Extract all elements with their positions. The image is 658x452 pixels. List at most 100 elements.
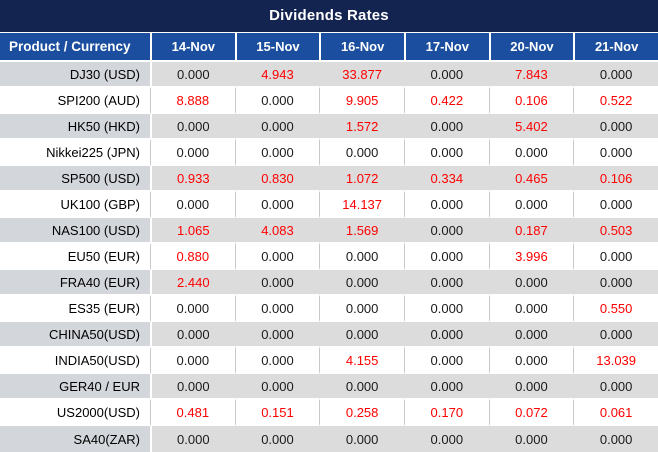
rate-cell: 0.000 [235, 88, 320, 114]
rate-cell: 13.039 [573, 348, 658, 374]
rate-cell: 14.137 [319, 192, 404, 218]
rate-cell: 2.440 [150, 270, 235, 296]
rate-cell: 0.000 [319, 140, 404, 166]
rate-cell: 4.155 [319, 348, 404, 374]
rate-cell: 3.996 [489, 244, 574, 270]
rate-cell: 0.000 [489, 296, 574, 322]
product-label: ES35 (EUR) [0, 296, 150, 322]
rate-cell: 0.000 [319, 270, 404, 296]
rate-cell: 0.465 [489, 166, 574, 192]
rate-cell: 0.000 [235, 296, 320, 322]
product-label: FRA40 (EUR) [0, 270, 150, 296]
table-row: SPI200 (AUD)8.8880.0009.9050.4220.1060.5… [0, 88, 658, 114]
rate-cell: 0.061 [573, 400, 658, 426]
rate-cell: 0.000 [150, 62, 235, 88]
rate-cell: 0.000 [319, 296, 404, 322]
rate-cell: 0.000 [319, 322, 404, 348]
rate-cell: 0.258 [319, 400, 404, 426]
rate-cell: 0.000 [573, 374, 658, 400]
product-label: CHINA50(USD) [0, 322, 150, 348]
dividends-table: Product / Currency 14-Nov 15-Nov 16-Nov … [0, 33, 658, 452]
column-header-date: 20-Nov [489, 33, 574, 62]
rate-cell: 0.933 [150, 166, 235, 192]
table-row: Nikkei225 (JPN)0.0000.0000.0000.0000.000… [0, 140, 658, 166]
table-row: US2000(USD)0.4810.1510.2580.1700.0720.06… [0, 400, 658, 426]
rate-cell: 0.000 [489, 322, 574, 348]
rate-cell: 0.830 [235, 166, 320, 192]
rate-cell: 0.000 [404, 270, 489, 296]
rate-cell: 0.522 [573, 88, 658, 114]
product-label: SA40(ZAR) [0, 426, 150, 452]
rate-cell: 0.000 [489, 426, 574, 452]
rate-cell: 0.422 [404, 88, 489, 114]
table-row: NAS100 (USD)1.0654.0831.5690.0000.1870.5… [0, 218, 658, 244]
rate-cell: 0.550 [573, 296, 658, 322]
column-header-date: 14-Nov [150, 33, 235, 62]
rate-cell: 1.569 [319, 218, 404, 244]
table-row: DJ30 (USD)0.0004.94333.8770.0007.8430.00… [0, 62, 658, 88]
rate-cell: 0.000 [573, 244, 658, 270]
column-header-product-currency: Product / Currency [0, 33, 150, 62]
table-row: FRA40 (EUR)2.4400.0000.0000.0000.0000.00… [0, 270, 658, 296]
rate-cell: 0.000 [404, 374, 489, 400]
rate-cell: 0.000 [150, 426, 235, 452]
rate-cell: 0.000 [235, 140, 320, 166]
rate-cell: 0.503 [573, 218, 658, 244]
rate-cell: 0.000 [319, 244, 404, 270]
rate-cell: 0.000 [404, 296, 489, 322]
rate-cell: 0.000 [150, 322, 235, 348]
rate-cell: 0.000 [319, 374, 404, 400]
rate-cell: 0.000 [489, 270, 574, 296]
product-label: Nikkei225 (JPN) [0, 140, 150, 166]
rate-cell: 0.334 [404, 166, 489, 192]
rate-cell: 0.000 [404, 140, 489, 166]
rate-cell: 0.000 [489, 374, 574, 400]
rate-cell: 4.083 [235, 218, 320, 244]
rate-cell: 0.000 [150, 114, 235, 140]
rate-cell: 0.000 [404, 244, 489, 270]
table-row: GER40 / EUR0.0000.0000.0000.0000.0000.00… [0, 374, 658, 400]
rate-cell: 0.481 [150, 400, 235, 426]
rate-cell: 7.843 [489, 62, 574, 88]
rate-cell: 0.000 [573, 114, 658, 140]
product-label: UK100 (GBP) [0, 192, 150, 218]
rate-cell: 1.572 [319, 114, 404, 140]
rate-cell: 0.000 [235, 426, 320, 452]
rate-cell: 33.877 [319, 62, 404, 88]
rate-cell: 0.000 [489, 348, 574, 374]
rate-cell: 0.106 [489, 88, 574, 114]
product-label: US2000(USD) [0, 400, 150, 426]
rate-cell: 0.170 [404, 400, 489, 426]
rate-cell: 0.000 [150, 140, 235, 166]
table-row: SA40(ZAR)0.0000.0000.0000.0000.0000.000 [0, 426, 658, 452]
product-label: DJ30 (USD) [0, 62, 150, 88]
table-row: ES35 (EUR)0.0000.0000.0000.0000.0000.550 [0, 296, 658, 322]
table-row: HK50 (HKD)0.0000.0001.5720.0005.4020.000 [0, 114, 658, 140]
rate-cell: 0.072 [489, 400, 574, 426]
rate-cell: 0.000 [404, 426, 489, 452]
table-row: EU50 (EUR)0.8800.0000.0000.0003.9960.000 [0, 244, 658, 270]
column-header-date: 21-Nov [573, 33, 658, 62]
rate-cell: 8.888 [150, 88, 235, 114]
rate-cell: 0.000 [235, 192, 320, 218]
dividends-rates-widget: Dividends Rates Product / Currency 14-No… [0, 0, 658, 452]
product-label: NAS100 (USD) [0, 218, 150, 244]
product-label: SPI200 (AUD) [0, 88, 150, 114]
rate-cell: 0.000 [573, 192, 658, 218]
rate-cell: 0.000 [404, 192, 489, 218]
rate-cell: 0.000 [235, 322, 320, 348]
product-label: INDIA50(USD) [0, 348, 150, 374]
rate-cell: 0.000 [319, 426, 404, 452]
rate-cell: 0.000 [404, 114, 489, 140]
rate-cell: 0.000 [573, 270, 658, 296]
rate-cell: 0.000 [150, 192, 235, 218]
product-label: HK50 (HKD) [0, 114, 150, 140]
rate-cell: 0.000 [489, 140, 574, 166]
rate-cell: 0.151 [235, 400, 320, 426]
header-row: Product / Currency 14-Nov 15-Nov 16-Nov … [0, 33, 658, 62]
rate-cell: 0.000 [404, 62, 489, 88]
rate-cell: 5.402 [489, 114, 574, 140]
rate-cell: 0.000 [235, 270, 320, 296]
rate-cell: 0.106 [573, 166, 658, 192]
rate-cell: 0.000 [489, 192, 574, 218]
